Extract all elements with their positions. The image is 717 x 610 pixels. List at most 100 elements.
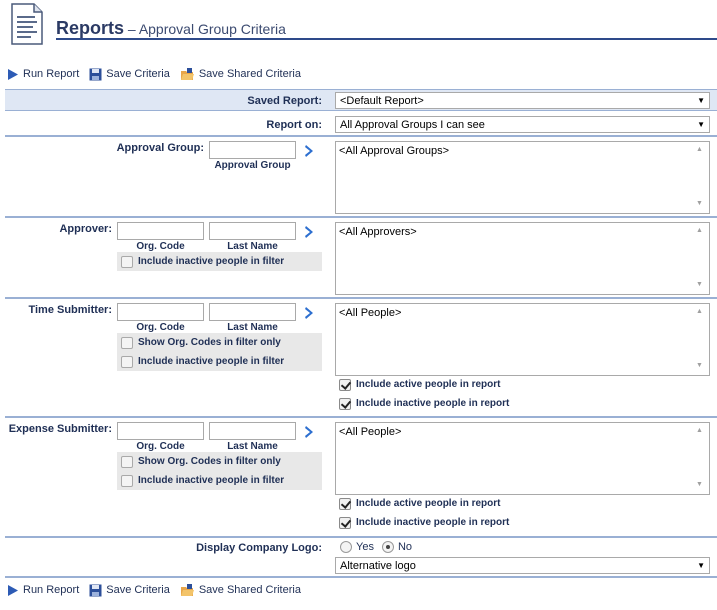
time-submitter-org-input[interactable] [117, 303, 204, 321]
top-toolbar: Run Report Save Criteria Save Shared Cri… [6, 66, 301, 82]
checkbox-checked[interactable] [339, 516, 351, 529]
approver-org-input[interactable] [117, 222, 204, 240]
run-report-button-bottom[interactable]: Run Report [6, 584, 79, 597]
approver-label: Approver: [59, 223, 112, 235]
scroll-up-icon[interactable]: ▲ [696, 227, 704, 234]
approver-lastname-caption: Last Name [227, 241, 278, 252]
time-submitter-listbox[interactable]: <All People> [335, 303, 710, 376]
time-submitter-include-inactive-option[interactable]: Include inactive people in report [335, 394, 509, 413]
time-submitter-lastname-caption: Last Name [227, 322, 278, 333]
option-label: Include inactive people in filter [138, 256, 285, 267]
logo-select-value: Alternative logo [340, 559, 416, 572]
report-on-label: Report on: [266, 119, 322, 131]
checkbox-checked[interactable] [339, 397, 351, 410]
expense-submitter-inactive-filter-option[interactable]: Include inactive people in filter [117, 471, 322, 490]
expense-submitter-list-item[interactable]: <All People> [339, 426, 401, 438]
chevron-right-icon[interactable] [304, 225, 316, 239]
expense-submitter-include-inactive-option[interactable]: Include inactive people in report [335, 513, 509, 532]
save-shared-criteria-label: Save Shared Criteria [198, 68, 301, 80]
time-submitter-label: Time Submitter: [28, 304, 112, 316]
approver-list-item[interactable]: <All Approvers> [339, 226, 417, 238]
logo-select[interactable]: Alternative logo ▼ [335, 557, 710, 574]
time-submitter-list-item[interactable]: <All People> [339, 307, 401, 319]
play-icon [8, 68, 18, 80]
save-criteria-button[interactable]: Save Criteria [89, 68, 170, 81]
checkbox[interactable] [121, 255, 133, 268]
expense-submitter-listbox[interactable]: <All People> [335, 422, 710, 495]
report-document-icon [11, 3, 43, 45]
logo-no-label: No [397, 541, 413, 553]
time-submitter-options-panel: Show Org. Codes in filter only Include i… [117, 333, 322, 371]
divider [5, 135, 717, 137]
checkbox[interactable] [121, 355, 133, 368]
save-shared-criteria-label: Save Shared Criteria [198, 584, 301, 596]
time-submitter-lastname-input[interactable] [209, 303, 296, 321]
checkbox[interactable] [121, 336, 133, 349]
scroll-down-icon[interactable]: ▼ [696, 200, 704, 207]
page-title: Reports – Approval Group Criteria [56, 18, 286, 38]
page-header: Reports – Approval Group Criteria [0, 0, 717, 48]
scroll-down-icon[interactable]: ▼ [696, 481, 704, 488]
expense-submitter-show-org-option[interactable]: Show Org. Codes in filter only [117, 452, 322, 471]
save-shared-criteria-button-bottom[interactable]: Save Shared Criteria [180, 583, 301, 597]
checkbox-checked[interactable] [339, 497, 351, 510]
display-logo-label: Display Company Logo: [196, 542, 322, 554]
approver-org-caption: Org. Code [136, 241, 185, 252]
save-criteria-label: Save Criteria [106, 584, 170, 596]
checkbox[interactable] [121, 474, 133, 487]
approver-listbox[interactable]: <All Approvers> [335, 222, 710, 295]
expense-submitter-org-input[interactable] [117, 422, 204, 440]
time-submitter-inactive-filter-option[interactable]: Include inactive people in filter [117, 352, 322, 371]
option-label: Include inactive people in report [356, 517, 510, 528]
expense-submitter-lastname-caption: Last Name [227, 441, 278, 452]
save-shared-criteria-button[interactable]: Save Shared Criteria [180, 67, 301, 81]
floppy-disk-icon [89, 584, 102, 596]
save-criteria-button-bottom[interactable]: Save Criteria [89, 584, 170, 597]
option-label: Include active people in report [356, 498, 501, 509]
approval-group-listbox[interactable]: <All Approval Groups> [335, 141, 710, 214]
run-report-button[interactable]: Run Report [6, 68, 79, 81]
checkbox-checked[interactable] [339, 378, 351, 391]
time-submitter-org-caption: Org. Code [136, 322, 185, 333]
approver-options-panel: Include inactive people in filter [117, 252, 322, 271]
dropdown-arrow-icon: ▼ [697, 96, 705, 105]
logo-yes-label: Yes [356, 541, 374, 553]
approval-group-input[interactable] [209, 141, 296, 159]
time-submitter-show-org-option[interactable]: Show Org. Codes in filter only [117, 333, 322, 352]
expense-submitter-lastname-input[interactable] [209, 422, 296, 440]
saved-report-select[interactable]: <Default Report> ▼ [335, 92, 710, 109]
play-icon [8, 584, 18, 596]
report-on-select[interactable]: All Approval Groups I can see ▼ [335, 116, 710, 133]
option-label: Include active people in report [356, 379, 501, 390]
option-label: Show Org. Codes in filter only [138, 456, 281, 467]
report-on-value: All Approval Groups I can see [340, 118, 485, 131]
run-report-label: Run Report [23, 68, 80, 80]
shared-folder-icon [180, 67, 194, 80]
chevron-right-icon[interactable] [304, 144, 316, 158]
approver-lastname-input[interactable] [209, 222, 296, 240]
divider [5, 216, 717, 218]
approver-inactive-filter-option[interactable]: Include inactive people in filter [117, 252, 322, 271]
expense-submitter-options-panel: Show Org. Codes in filter only Include i… [117, 452, 322, 490]
divider [5, 297, 717, 299]
scroll-down-icon[interactable]: ▼ [696, 281, 704, 288]
expense-submitter-org-caption: Org. Code [136, 441, 185, 452]
scroll-down-icon[interactable]: ▼ [696, 362, 704, 369]
expense-submitter-include-active-option[interactable]: Include active people in report [335, 494, 500, 513]
approval-group-list-item[interactable]: <All Approval Groups> [339, 145, 449, 157]
floppy-disk-icon [89, 68, 102, 80]
scroll-up-icon[interactable]: ▲ [696, 427, 704, 434]
scroll-up-icon[interactable]: ▲ [696, 146, 704, 153]
option-label: Show Org. Codes in filter only [138, 337, 281, 348]
chevron-right-icon[interactable] [304, 306, 316, 320]
expense-submitter-label: Expense Submitter: [8, 423, 112, 435]
logo-no-radio[interactable] [381, 541, 394, 553]
title-underline [56, 38, 717, 40]
saved-report-value: <Default Report> [340, 94, 424, 107]
time-submitter-include-active-option[interactable]: Include active people in report [335, 375, 500, 394]
chevron-right-icon[interactable] [304, 425, 316, 439]
divider [5, 416, 717, 418]
scroll-up-icon[interactable]: ▲ [696, 308, 704, 315]
checkbox[interactable] [121, 455, 133, 468]
logo-yes-radio[interactable] [340, 541, 352, 553]
